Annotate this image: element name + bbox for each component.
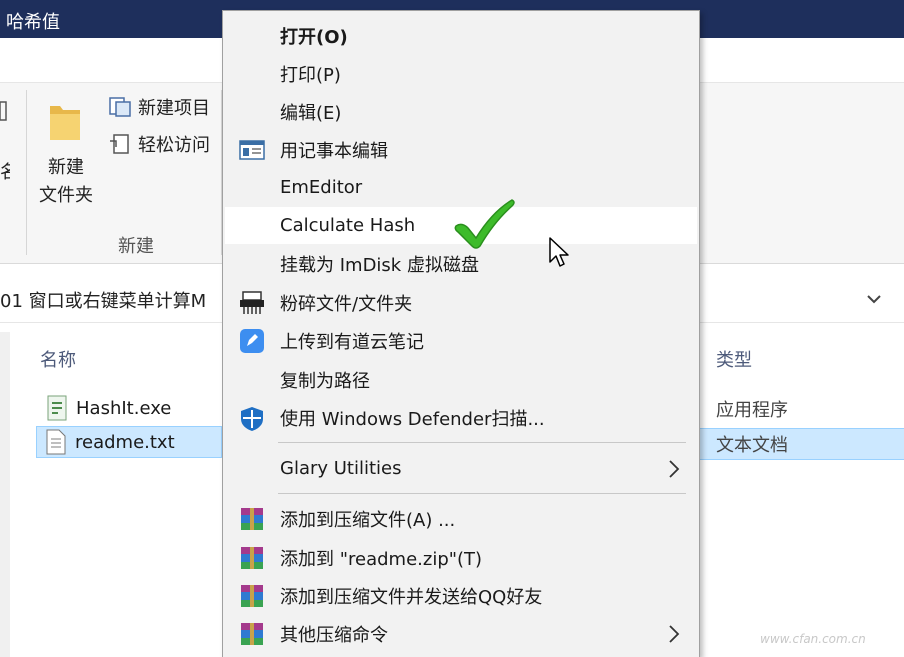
new-folder-icon <box>50 106 80 140</box>
defender-shield-icon <box>239 406 265 431</box>
file-name: HashIt.exe <box>76 397 172 419</box>
youdao-note-icon <box>239 329 265 353</box>
file-name: readme.txt <box>75 431 175 453</box>
txt-file-icon <box>45 429 67 455</box>
menu-item-label: 添加到 "readme.zip"(T) <box>280 548 483 570</box>
menu-item-label: 打开(O) <box>280 26 348 48</box>
menu-item-label: 其他压缩命令 <box>280 624 388 646</box>
file-type: 文本文档 <box>716 435 788 456</box>
ribbon-group-label: 新建 <box>118 236 154 257</box>
easy-access-label: 轻松访问 <box>138 135 210 156</box>
new-item-icon <box>108 96 132 118</box>
menu-item-other-compress[interactable]: 其他压缩命令 <box>225 615 697 652</box>
checkmark-icon <box>454 199 515 249</box>
address-path[interactable]: 01 窗口或右键菜单计算M <box>0 287 222 313</box>
ribbon-clipped-icon <box>0 100 10 129</box>
menu-item-label: 添加到压缩文件(A) ... <box>280 509 456 531</box>
easy-access-button[interactable]: 轻松访问 <box>108 132 210 156</box>
menu-item-label: 上传到有道云笔记 <box>280 331 424 353</box>
new-folder-label: 新建 <box>48 157 84 178</box>
new-item-label: 新建项目 <box>138 98 210 119</box>
menu-item-shred[interactable]: 粉碎文件/文件夹 <box>225 284 697 321</box>
file-row[interactable]: HashIt.exe <box>38 392 222 424</box>
menu-item-label: 挂载为 ImDisk 虚拟磁盘 <box>280 254 479 276</box>
column-header-name[interactable]: 名称 <box>40 346 76 372</box>
menu-item-label: 复制为路径 <box>280 370 370 392</box>
menu-item-label: 粉碎文件/文件夹 <box>280 293 413 315</box>
menu-separator <box>278 493 686 494</box>
menu-item-glary-utilities[interactable]: Glary Utilities <box>225 450 697 487</box>
window-title: 哈希值 <box>6 12 60 33</box>
column-header-type[interactable]: 类型 <box>716 346 752 372</box>
menu-item-notepad-edit[interactable]: 用记事本编辑 <box>225 131 697 168</box>
menu-item-copy-path[interactable]: 复制为路径 <box>225 361 697 398</box>
winrar-icon <box>239 622 265 646</box>
menu-item-label: 打印(P) <box>280 64 341 86</box>
new-folder-button[interactable]: 新建 文件夹 <box>30 154 102 210</box>
menu-item-imdisk-mount[interactable]: 挂载为 ImDisk 虚拟磁盘 <box>225 245 697 282</box>
exe-icon <box>46 395 68 421</box>
menu-item-add-to-archive[interactable]: 添加到压缩文件(A) ... <box>225 500 697 537</box>
menu-item-open[interactable]: 打开(O) <box>225 17 697 54</box>
menu-separator <box>278 442 686 443</box>
file-type: 应用程序 <box>716 400 788 421</box>
menu-item-label: EmEditor <box>280 177 363 198</box>
winrar-icon <box>239 546 265 570</box>
menu-item-defender-scan[interactable]: 使用 Windows Defender扫描... <box>225 399 697 436</box>
notepad-icon <box>239 138 265 162</box>
winrar-icon <box>239 584 265 608</box>
menu-item-label: 用记事本编辑 <box>280 140 388 162</box>
menu-item-add-to-zip[interactable]: 添加到 "readme.zip"(T) <box>225 539 697 576</box>
context-menu: 打开(O) 打印(P) 编辑(E) 用记事本编辑 EmEditor Calcul… <box>222 10 700 657</box>
file-row-selected[interactable]: readme.txt <box>36 426 222 458</box>
watermark: www.cfan.com.cn <box>760 632 866 646</box>
mouse-cursor-icon <box>549 237 569 267</box>
menu-item-archive-send-qq[interactable]: 添加到压缩文件并发送给QQ好友 <box>225 577 697 614</box>
winrar-icon <box>239 507 265 531</box>
ribbon-divider <box>26 90 27 255</box>
menu-item-edit[interactable]: 编辑(E) <box>225 93 697 130</box>
navigation-pane <box>0 332 10 657</box>
new-item-button[interactable]: 新建项目 <box>108 95 210 119</box>
menu-item-label: 编辑(E) <box>280 102 342 124</box>
ribbon-clipped-text: 名 <box>0 162 10 183</box>
chevron-right-icon <box>669 625 680 643</box>
new-folder-label: 文件夹 <box>39 185 93 206</box>
menu-item-label: Calculate Hash <box>280 215 416 236</box>
menu-item-youdao-upload[interactable]: 上传到有道云笔记 <box>225 322 697 359</box>
shredder-icon <box>239 291 265 315</box>
menu-item-label: 添加到压缩文件并发送给QQ好友 <box>280 586 543 608</box>
easy-access-icon <box>108 133 132 155</box>
menu-item-label: Glary Utilities <box>280 458 402 479</box>
menu-item-print[interactable]: 打印(P) <box>225 55 697 92</box>
chevron-right-icon <box>669 460 680 478</box>
menu-item-label: 使用 Windows Defender扫描... <box>280 408 545 430</box>
chevron-down-icon[interactable] <box>858 284 890 314</box>
